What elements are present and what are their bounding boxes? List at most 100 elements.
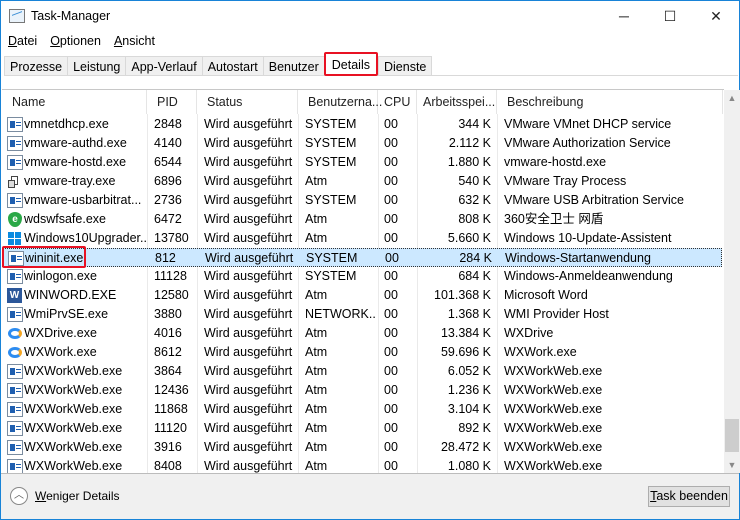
menu-label: nsicht [122,34,155,48]
column-header-2[interactable]: Status [197,90,298,114]
cell-name: vmware-hostd.exe [24,155,127,169]
table-row[interactable]: WXWorkWeb.exe 3864 Wird ausgeführt Atm 00 6.0… [2,362,722,381]
table-row[interactable]: vmware-authd.exe 4140 Wird ausgeführt SYSTE… [2,134,722,153]
column-header-5[interactable]: Arbeitsspei... [417,90,497,114]
cell-description: 360安全卫士 网盾 [504,212,604,226]
cell-status: Wird ausgeführt [204,269,293,283]
tab-leistung[interactable]: Leistung [67,56,126,76]
close-button[interactable]: ✕ [693,1,739,31]
cell-user: Atm [305,212,328,226]
tray-process-icon [7,174,23,189]
cell-pid: 2848 [154,117,182,131]
table-row[interactable]: vmware-hostd.exe 6544 Wird ausgeführt SYSTE… [2,153,722,172]
table-row[interactable]: WXWorkWeb.exe 3916 Wird ausgeführt Atm 00 28.… [2,438,722,457]
window-title: Task-Manager [31,9,111,23]
cell-pid: 3916 [154,440,182,454]
column-header-6[interactable]: Beschreibung [497,90,723,114]
cell-cpu: 00 [384,402,398,416]
cell-name: vmnetdhcp.exe [24,117,109,131]
menu-item-datei[interactable]: Datei [8,34,37,52]
cell-memory: 3.104 K [447,402,491,416]
cell-pid: 6544 [154,155,182,169]
tab-benutzer[interactable]: Benutzer [262,56,324,76]
scroll-up-icon[interactable]: ▲ [724,93,740,103]
cell-cpu: 00 [385,251,399,265]
cell-user: Atm [305,326,328,340]
tab-dienste[interactable]: Dienste [377,56,433,76]
table-row[interactable]: WXWorkWeb.exe 8408 Wird ausgeführt Atm 00 1.0… [2,457,722,473]
table-row[interactable]: Windows10Upgrader... 13780 Wird ausgeführt… [2,229,722,248]
cell-pid: 6472 [154,212,182,226]
tab-details[interactable]: Details [323,52,378,76]
cell-status: Wird ausgeführt [204,117,293,131]
cell-memory: 808 K [458,212,491,226]
label-rest: ask beenden [656,489,728,503]
app-process-icon [7,136,23,151]
column-header-3[interactable]: Benutzerna... [298,90,382,114]
cell-memory: 1.368 K [447,307,491,321]
column-header-1[interactable]: PID [147,90,197,114]
cell-memory: 1.236 K [447,383,491,397]
table-row[interactable]: vmware-usbarbitrat... 2736 Wird ausgeführt… [2,191,722,210]
tab-prozesse[interactable]: Prozesse [4,56,68,76]
cell-status: Wird ausgeführt [204,212,293,226]
cell-pid: 11120 [154,421,187,435]
menu-item-ansicht[interactable]: Ansicht [114,34,155,52]
scrollbar-thumb[interactable] [725,419,739,452]
cell-status: Wird ausgeführt [204,421,293,435]
menu-item-optionen[interactable]: Optionen [50,34,101,52]
table-row[interactable]: winlogon.exe 11128 Wird ausgeführt SYSTEM 00… [2,267,722,286]
mnemonic: W [35,489,47,503]
cell-name: WXDrive.exe [24,326,97,340]
cell-memory: 13.384 K [440,326,491,340]
minimize-button[interactable]: ─ [601,1,647,31]
cell-pid: 4140 [154,136,182,150]
cell-status: Wird ausgeführt [204,459,293,473]
column-header-4[interactable]: CPU [378,90,417,114]
cell-pid: 8408 [154,459,182,473]
cell-user: SYSTEM [305,155,357,169]
cell-pid: 11128 [154,269,187,283]
cell-user: SYSTEM [305,136,357,150]
cell-cpu: 00 [384,421,398,435]
table-row[interactable]: WXWorkWeb.exe 11120 Wird ausgeführt Atm 00 89… [2,419,722,438]
table-row[interactable]: e wdswfsafe.exe 6472 Wird ausgeführt Atm 00 80… [2,210,722,229]
cell-name: WmiPrvSE.exe [24,307,109,321]
label-rest: eniger Details [46,489,120,503]
table-row[interactable]: WmiPrvSE.exe 3880 Wird ausgeführt NETWORK..… [2,305,722,324]
fewer-details-button[interactable]: ︿ Weniger Details [10,487,119,505]
table-row[interactable]: WXWorkWeb.exe 12436 Wird ausgeführt Atm 00 1.… [2,381,722,400]
tab-app-verlauf[interactable]: App-Verlauf [125,56,202,76]
cell-name: WINWORD.EXE [24,288,117,302]
cell-cpu: 00 [384,383,398,397]
table-row[interactable]: WXWork.exe 8612 Wird ausgeführt Atm 00 59.696… [2,343,722,362]
cell-memory: 2.112 K [448,136,491,150]
cell-memory: 28.472 K [440,440,491,454]
tab-autostart[interactable]: Autostart [201,56,263,76]
cell-user: Atm [305,383,328,397]
cell-pid: 12580 [154,288,189,302]
cell-memory: 284 K [459,251,492,265]
table-row[interactable]: W WINWORD.EXE 12580 Wird ausgeführt Atm 00 101… [2,286,722,305]
cell-pid: 8612 [154,345,182,359]
table-row[interactable]: WXWorkWeb.exe 11868 Wird ausgeführt Atm 00 3.… [2,400,722,419]
cell-cpu: 00 [384,136,398,150]
app-process-icon [7,459,23,473]
table-row[interactable]: vmnetdhcp.exe 2848 Wird ausgeführt SYSTEM 00… [2,115,722,134]
cell-memory: 5.660 K [447,231,491,245]
table-row[interactable]: wininit.exe 812 Wird ausgeführt SYSTEM 00 284… [2,248,722,267]
cell-description: WXWorkWeb.exe [504,364,603,378]
end-task-button[interactable]: Task beenden [648,486,730,507]
cell-cpu: 00 [384,231,398,245]
table-row[interactable]: vmware-tray.exe 6896 Wird ausgeführt Atm 00 5… [2,172,722,191]
vertical-scrollbar[interactable]: ▲ ▼ [724,90,740,473]
table-header: ^ Name PID Status Benutzerna... CPU Arbeitsspe… [2,90,724,114]
cell-cpu: 00 [384,307,398,321]
column-header-0[interactable]: Name [2,90,147,114]
table-row[interactable]: WXDrive.exe 4016 Wird ausgeführt Atm 00 13.38… [2,324,722,343]
maximize-button[interactable]: ☐ [647,1,693,31]
cell-description: VMware VMnet DHCP service [504,117,672,131]
app-process-icon [7,155,23,170]
scroll-down-icon[interactable]: ▼ [724,460,740,470]
cell-user: Atm [305,421,328,435]
